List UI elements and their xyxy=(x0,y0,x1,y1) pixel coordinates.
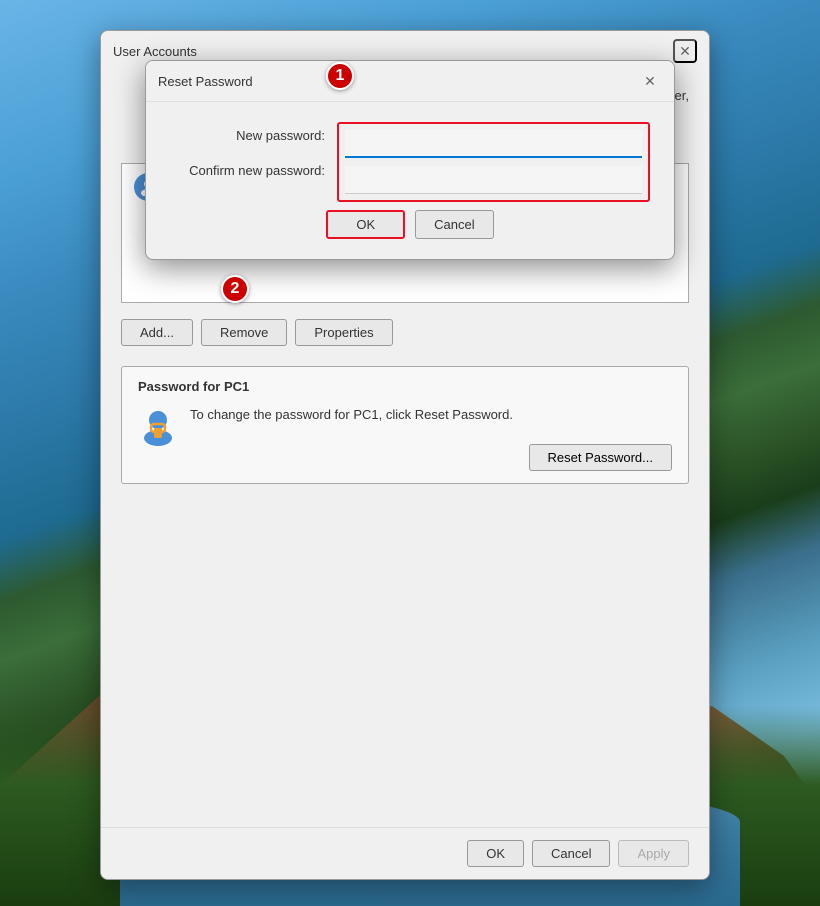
dialog-fields-container: New password: Confirm new password: xyxy=(170,122,650,202)
confirm-password-input[interactable] xyxy=(345,166,642,194)
dialog-close-button[interactable]: ✕ xyxy=(638,69,662,93)
dialog-cancel-button[interactable]: Cancel xyxy=(415,210,493,239)
new-password-input[interactable] xyxy=(345,130,642,158)
labels-column: New password: Confirm new password: xyxy=(170,122,325,178)
step-badge-1: 1 xyxy=(326,62,354,90)
dialog-ok-button[interactable]: OK xyxy=(326,210,405,239)
dialog-title: Reset Password xyxy=(158,74,253,89)
dialog-buttons-row: OK Cancel xyxy=(170,202,650,243)
new-password-label: New password: xyxy=(170,128,325,143)
dialog-body: New password: Confirm new password: OK C… xyxy=(146,102,674,259)
reset-password-dialog: Reset Password ✕ New password: Confirm n… xyxy=(145,60,675,260)
confirm-password-label: Confirm new password: xyxy=(170,163,325,178)
dialog-overlay: Reset Password ✕ New password: Confirm n… xyxy=(0,0,820,906)
dialog-title-bar: Reset Password ✕ xyxy=(146,61,674,102)
step-badge-2: 2 xyxy=(221,275,249,303)
password-fields-highlight xyxy=(337,122,650,202)
